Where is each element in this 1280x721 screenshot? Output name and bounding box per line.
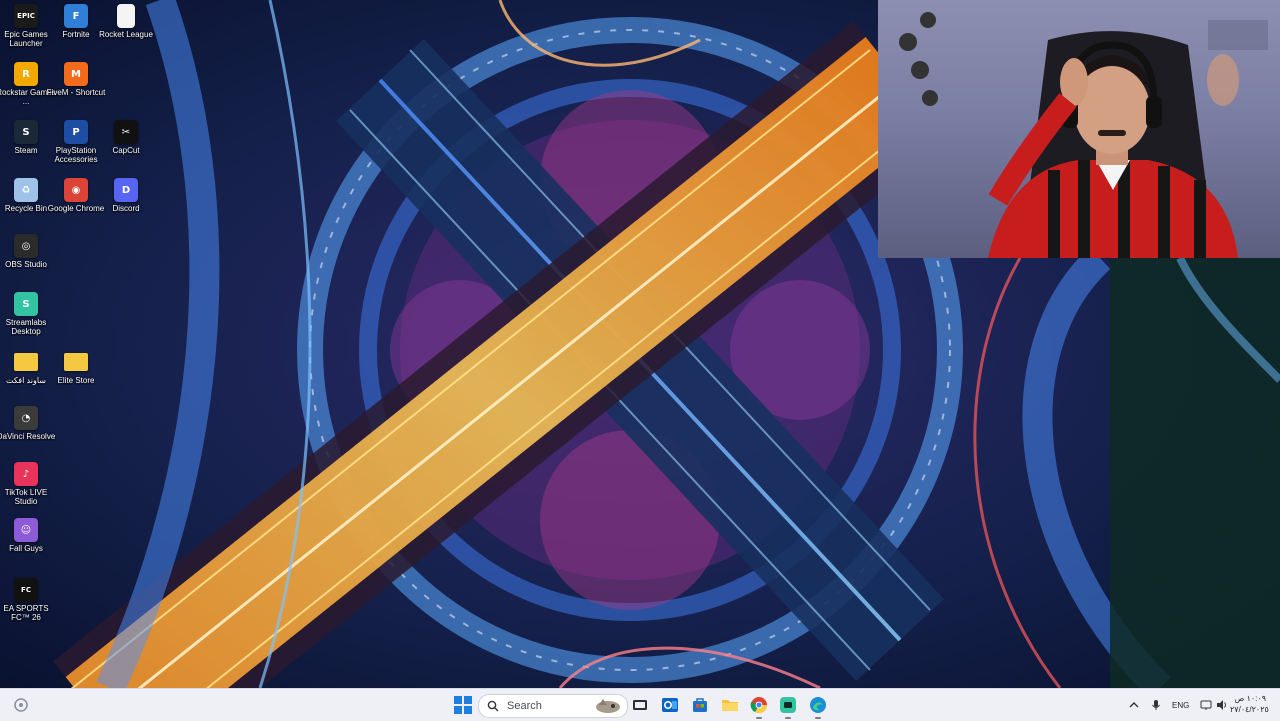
task-view-icon — [633, 700, 647, 710]
desktop-icon-recycle-bin[interactable]: ♻ Recycle Bin — [0, 178, 52, 213]
search-highlight-icon — [596, 699, 620, 713]
task-view-button[interactable] — [630, 695, 650, 715]
streamlabs-taskbar-button[interactable] — [778, 695, 798, 719]
steam-icon: S — [14, 120, 38, 144]
desktop-icon-label: EA SPORTS FC™ 26 — [3, 604, 49, 622]
rockstar-icon: R — [14, 62, 38, 86]
tiktok-icon: ♪ — [14, 462, 38, 486]
streamlabs-icon: S — [14, 292, 38, 316]
windows-logo-icon — [454, 696, 472, 714]
fivem-icon: M — [64, 62, 88, 86]
edge-taskbar-button[interactable] — [808, 695, 828, 719]
desktop-icon-label: FiveM - Shortcut — [46, 88, 106, 97]
folder-icon — [64, 353, 88, 371]
desktop-icon-tiktok-live-studio[interactable]: ♪ TikTok LIVE Studio — [0, 462, 52, 506]
chrome-taskbar-button[interactable] — [749, 695, 769, 719]
microphone-icon — [1152, 700, 1160, 710]
language-indicator[interactable]: ENG — [1172, 689, 1189, 721]
desktop-icon-fall-guys[interactable]: ☺ Fall Guys — [0, 518, 52, 553]
folder-icon — [14, 353, 38, 371]
desktop-icon-arabic-folder[interactable]: ساوند افكت — [0, 350, 52, 385]
search-placeholder: Search — [507, 700, 542, 712]
desktop-icon-label: Discord — [112, 204, 140, 213]
desktop-icon-discord[interactable]: D Discord — [100, 178, 152, 213]
fortnite-icon: F — [64, 4, 88, 28]
volume-tray-icon[interactable] — [1216, 689, 1228, 721]
store-icon — [693, 698, 707, 712]
capcut-icon: ✂ — [114, 120, 138, 144]
desktop-icon-label: DaVinci Resolve — [0, 432, 56, 441]
file-icon — [117, 4, 135, 28]
chevron-up-icon — [1129, 702, 1139, 708]
volume-icon — [1217, 700, 1226, 710]
desktop-icon-fivem[interactable]: M FiveM - Shortcut — [47, 62, 105, 97]
discord-icon: D — [114, 178, 138, 202]
taskbar-search-box[interactable]: Search — [478, 694, 628, 718]
chrome-icon — [750, 697, 768, 714]
desktop-icon-playstation-accessories[interactable]: P PlayStation Accessories — [50, 120, 102, 164]
desktop-icon-rocket-league[interactable]: Rocket League — [99, 4, 153, 39]
edge-icon — [810, 697, 826, 713]
desktop-icon-label: Rocket League — [99, 30, 153, 39]
obs-icon: ◎ — [14, 234, 38, 258]
widgets-icon[interactable] — [12, 696, 30, 714]
desktop-icon-ea-sports-fc[interactable]: FC EA SPORTS FC™ 26 — [0, 578, 52, 622]
taskbar-clock[interactable]: ١٠:٠٩ ص ٢٧/٠٤/٢٠٢٥ — [1230, 693, 1269, 715]
desktop-icon-rockstar-games[interactable]: R Rockstar Games ... — [0, 62, 56, 106]
tray-overflow-chevron[interactable] — [1128, 689, 1140, 721]
chrome-icon: ◉ — [64, 178, 88, 202]
desktop-icon-label: CapCut — [112, 146, 140, 155]
desktop-icon-grid: EPIC Epic Games Launcher F Fortnite Rocket L… — [0, 0, 160, 688]
epic-icon: EPIC — [14, 4, 38, 28]
desktop-icon-epic-games-launcher[interactable]: EPIC Epic Games Launcher — [0, 4, 52, 48]
file-explorer-button[interactable] — [720, 695, 740, 715]
clock-date: ٢٧/٠٤/٢٠٢٥ — [1230, 705, 1269, 714]
folder-icon — [722, 700, 738, 711]
desktop-icon-google-chrome[interactable]: ◉ Google Chrome — [48, 178, 104, 213]
fall-guys-icon: ☺ — [14, 518, 38, 542]
desktop-icon-elite-store[interactable]: Elite Store — [50, 350, 102, 385]
desktop-icon-capcut[interactable]: ✂ CapCut — [100, 120, 152, 155]
network-tray-icon[interactable] — [1200, 689, 1212, 721]
streamlabs-icon — [780, 697, 796, 713]
outlook-icon — [662, 698, 678, 712]
playstation-icon: P — [64, 120, 88, 144]
webcam-overlay — [878, 0, 1280, 258]
recycle-bin-icon: ♻ — [14, 178, 38, 202]
desktop-icon-label: Fall Guys — [9, 544, 43, 553]
microsoft-store-button[interactable] — [690, 695, 710, 715]
desktop-icon-fortnite[interactable]: F Fortnite — [50, 4, 102, 39]
desktop-icon-obs-studio[interactable]: ◎ OBS Studio — [0, 234, 52, 269]
outlook-button[interactable] — [660, 695, 680, 715]
desktop-icon-davinci-resolve[interactable]: ◔ DaVinci Resolve — [0, 406, 55, 441]
desktop-icon-steam[interactable]: S Steam — [0, 120, 52, 155]
clock-time: ١٠:٠٩ ص — [1234, 694, 1266, 703]
desktop-icon-label: TikTok LIVE Studio — [4, 488, 48, 506]
search-icon — [487, 700, 499, 712]
desktop-icon-label: Streamlabs Desktop — [5, 318, 47, 336]
desktop-icon-streamlabs-desktop[interactable]: S Streamlabs Desktop — [0, 292, 52, 336]
ea-fc-icon: FC — [14, 578, 38, 602]
desktop-icon-label: Elite Store — [57, 376, 95, 385]
desktop-icon-label: OBS Studio — [5, 260, 47, 269]
network-icon — [1200, 700, 1212, 710]
davinci-icon: ◔ — [14, 406, 38, 430]
taskbar: Search ENG ١٠:٠٩ ص ٢٧/٠٤/٢٠٢٥ — [0, 688, 1280, 721]
microphone-tray-icon[interactable] — [1150, 689, 1162, 721]
start-button[interactable] — [454, 696, 472, 714]
